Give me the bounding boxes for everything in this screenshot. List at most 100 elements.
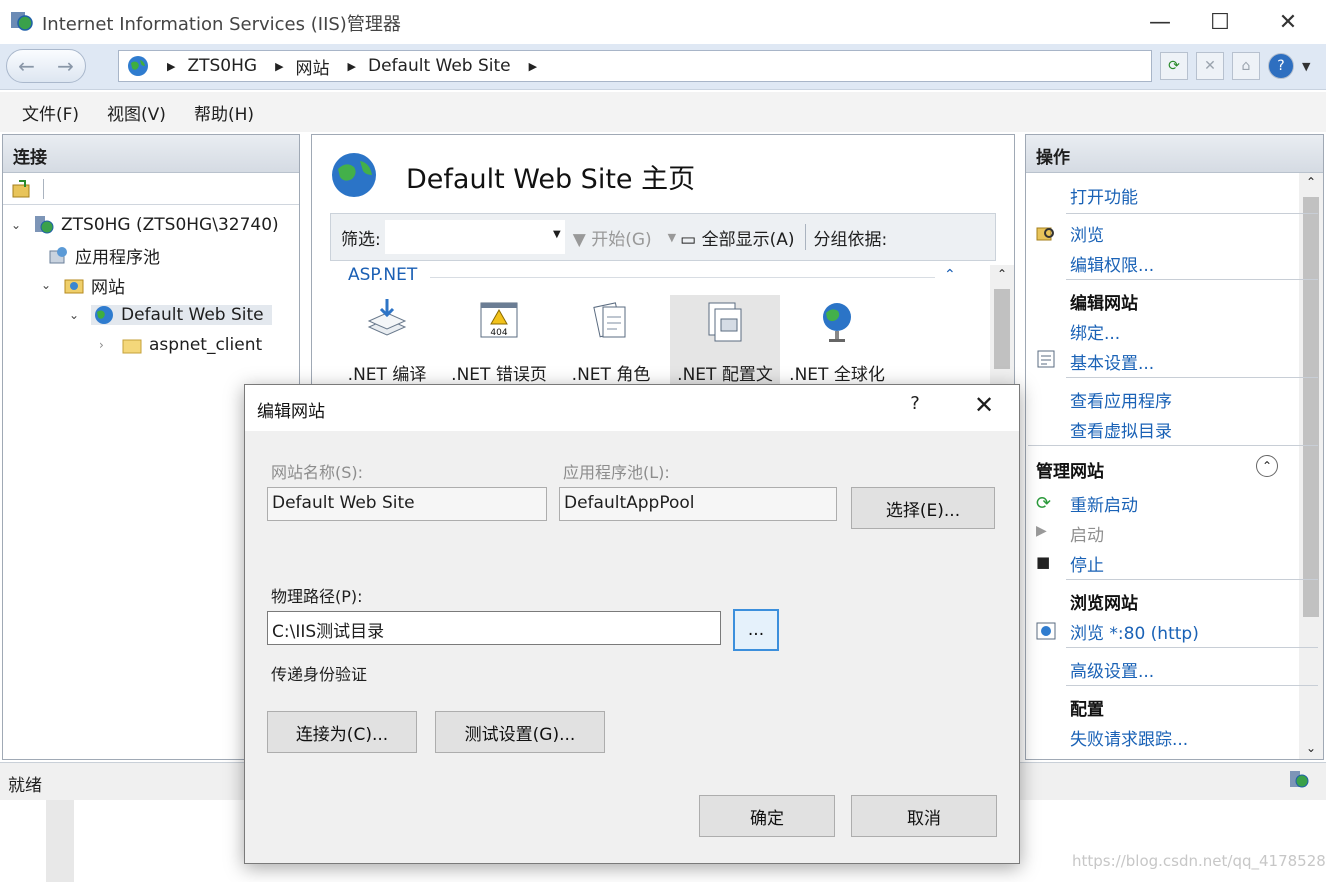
dropdown-arrow-icon[interactable]: ▼ [553,229,561,240]
action-bindings[interactable]: 绑定... [1070,319,1120,344]
app-pool-label: 应用程序池(L): [563,463,670,482]
connect-as-button[interactable]: 连接为(C)... [267,711,417,753]
expand-chevron-icon[interactable]: ⌄ [11,218,27,232]
group-by-label[interactable]: 分组依据: [814,225,888,250]
tree-label: 应用程序池 [75,247,160,268]
address-bar[interactable]: ▶ ZTS0HG ▶ 网站 ▶ Default Web Site ▶ [118,50,1152,82]
minimize-button[interactable]: — [1130,0,1190,44]
site-name-field[interactable]: Default Web Site [267,487,547,521]
collapse-section-icon[interactable]: ⌃ [1256,455,1278,477]
new-connection-icon[interactable] [11,179,33,199]
profile-icon [708,302,742,342]
refresh-icon[interactable]: ⟳ [1160,52,1188,80]
actions-panel: 操作 ⌃ ⌄ 打开功能 浏览 编辑权限... 编辑网站 绑定... 基本设置..… [1025,134,1324,760]
feature-label: .NET 错误页 [451,365,547,385]
dialog-title-bar: 编辑网站 ? ✕ [245,385,1019,431]
expand-chevron-icon[interactable]: ⌄ [41,278,57,292]
action-advanced-settings[interactable]: 高级设置... [1070,657,1154,682]
action-open-feature[interactable]: 打开功能 [1070,183,1138,208]
section-manage-site: 管理网站 [1036,462,1104,482]
expand-chevron-icon[interactable]: ⌄ [69,308,85,322]
status-text: 就绪 [8,776,42,796]
tree-item-default-site[interactable]: ⌄ Default Web Site [69,301,272,329]
action-browse-http[interactable]: 浏览 *:80 (http) [1070,619,1199,644]
help-dropdown-icon[interactable]: ▼ [1302,60,1310,73]
section-aspnet: ASP.NET [348,265,418,285]
filter-label: 筛选: [341,229,381,250]
dialog-title: 编辑网站 [257,402,325,422]
filter-input[interactable]: ▼ [384,220,565,254]
dropdown-arrow-icon[interactable]: ▼ [668,231,676,244]
crumb-arrow-icon[interactable]: ▶ [529,60,537,73]
back-forward-buttons: ← → [6,49,86,83]
home-icon[interactable]: ⌂ [1232,52,1260,80]
connections-title: 连接 [3,135,299,173]
forward-icon[interactable]: → [57,54,74,78]
server-icon [35,216,54,234]
back-icon[interactable]: ← [18,54,35,78]
scroll-up-icon[interactable]: ⌃ [990,267,1014,281]
feature-net-error-pages[interactable]: 404 .NET 错误页 [444,297,554,385]
compile-icon [367,299,407,336]
actions-scrollbar[interactable]: ⌃ ⌄ [1299,173,1323,759]
menu-view[interactable]: 视图(V) [107,100,166,125]
help-icon[interactable]: ? [1268,53,1294,79]
tree-item-aspnet-client[interactable]: › aspnet_client [99,331,262,359]
collapse-section-icon[interactable]: ⌃ [944,267,956,283]
crumb-server[interactable]: ZTS0HG [187,56,257,76]
tree-item-app-pools[interactable]: 应用程序池 [47,241,160,269]
scroll-thumb[interactable] [994,289,1010,369]
error-badge: 404 [490,328,507,338]
selected-node: Default Web Site [91,305,272,325]
action-edit-permissions[interactable]: 编辑权限... [1070,251,1154,276]
maximize-button[interactable]: ☐ [1190,0,1250,44]
toolbar-divider [43,178,44,199]
cancel-button[interactable]: 取消 [851,795,997,837]
globe-icon [128,56,148,76]
app-pool-field[interactable]: DefaultAppPool [559,487,837,521]
select-app-pool-button[interactable]: 选择(E)... [851,487,995,529]
tree-item-sites[interactable]: ⌄ 网站 [41,271,125,299]
browse-folder-icon [1036,227,1054,241]
stop-icon[interactable]: ✕ [1196,52,1224,80]
action-basic-settings[interactable]: 基本设置... [1070,349,1154,374]
tree-item-server[interactable]: ⌄ ZTS0HG (ZTS0HG\32740) [11,211,279,239]
action-failed-request-tracing[interactable]: 失败请求跟踪... [1070,725,1188,750]
scroll-up-icon[interactable]: ⌃ [1299,175,1323,189]
collapse-chevron-icon[interactable]: › [99,338,115,352]
edit-site-dialog: 编辑网站 ? ✕ 网站名称(S): Default Web Site 应用程序池… [244,384,1020,864]
feature-net-compilation[interactable]: .NET 编译 [332,297,442,385]
dialog-close-icon[interactable]: ✕ [961,391,1007,423]
crumb-sites[interactable]: 网站 [296,54,330,79]
browse-globe-icon [1036,622,1056,640]
scroll-down-icon[interactable]: ⌄ [1299,741,1323,755]
action-view-applications[interactable]: 查看应用程序 [1070,387,1172,412]
show-all-button[interactable]: ▭ 全部显示(A) [680,225,794,250]
action-start[interactable]: 启动 [1070,521,1104,546]
start-filter-button[interactable]: ▼ 开始(G) [573,225,652,250]
dialog-help-button[interactable]: ? [895,393,935,423]
feature-net-profile[interactable]: .NET 配置文 [670,295,780,387]
actions-divider [1066,279,1318,280]
error-page-icon: 404 [480,302,518,338]
action-view-virtual-dirs[interactable]: 查看虚拟目录 [1070,417,1172,442]
action-browse[interactable]: 浏览 [1070,221,1104,246]
tree-label: 网站 [91,277,125,298]
title-bar: Internet Information Services (IIS)管理器 —… [0,0,1326,44]
action-restart[interactable]: 重新启动 [1070,491,1138,516]
physical-path-field[interactable]: C:\IIS测试目录 [267,611,721,645]
menu-file[interactable]: 文件(F) [22,100,79,125]
feature-label: .NET 配置文 [677,365,773,385]
browse-path-button[interactable]: ... [733,609,779,651]
ok-button[interactable]: 确定 [699,795,835,837]
close-window-button[interactable]: ✕ [1258,0,1318,44]
crumb-default-site[interactable]: Default Web Site [368,56,511,76]
iis-app-icon [11,12,33,31]
menu-help[interactable]: 帮助(H) [194,100,254,125]
test-settings-button[interactable]: 测试设置(G)... [435,711,605,753]
feature-net-globalization[interactable]: .NET 全球化 [782,297,892,385]
action-stop[interactable]: 停止 [1070,551,1104,576]
watermark: https://blog.csdn.net/qq_41785288 [1072,852,1326,870]
feature-net-roles[interactable]: .NET 角色 [556,297,666,385]
scroll-thumb[interactable] [1303,197,1319,617]
